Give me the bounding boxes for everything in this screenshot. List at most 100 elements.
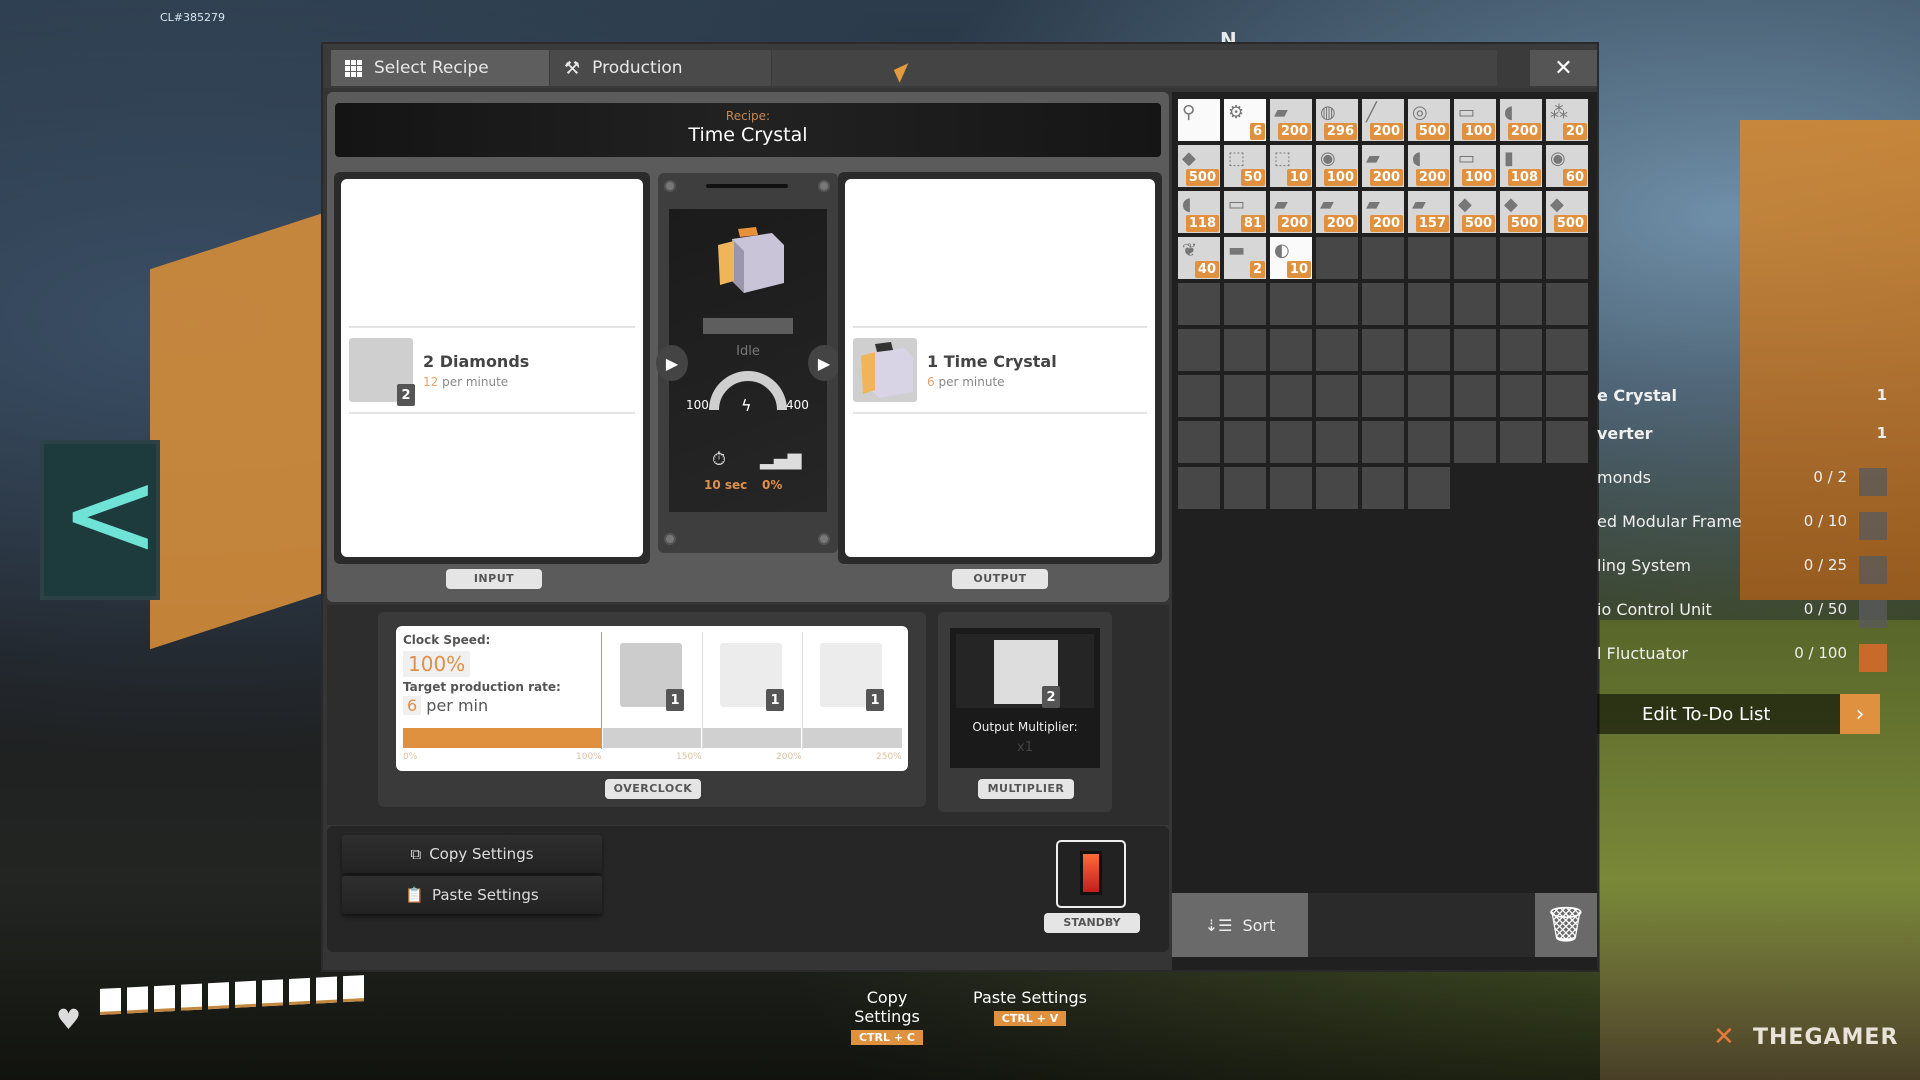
inventory-slot-empty[interactable]	[1454, 237, 1496, 279]
inventory-slot-empty[interactable]	[1270, 467, 1312, 509]
inventory-slot-empty[interactable]	[1270, 421, 1312, 463]
slot-count: 500	[1185, 169, 1219, 186]
inventory-slot-empty[interactable]	[1362, 467, 1404, 509]
inventory-slot-empty[interactable]	[1408, 283, 1450, 325]
inventory-slot-empty[interactable]	[1500, 237, 1542, 279]
inventory-slot-empty[interactable]	[1454, 375, 1496, 417]
inventory-slot-empty[interactable]	[1362, 283, 1404, 325]
inventory-slot-empty[interactable]	[1500, 283, 1542, 325]
inventory-slot-empty[interactable]	[1224, 329, 1266, 371]
standby-switch[interactable]	[1080, 851, 1102, 895]
inventory-slot-empty[interactable]	[1546, 283, 1588, 325]
trash-button[interactable]: 🗑	[1535, 893, 1597, 957]
inventory-slot-rod[interactable]: ╱ 200	[1362, 99, 1404, 141]
clock-slider-fill[interactable]	[403, 728, 601, 748]
inventory-slot-empty[interactable]	[1454, 421, 1496, 463]
inventory-slot-empty[interactable]	[1224, 421, 1266, 463]
inventory-slot-empty[interactable]	[1178, 283, 1220, 325]
inventory-slot-frame[interactable]: ⬚ 50	[1224, 145, 1266, 187]
inventory-slot-sheet[interactable]: ▭ 100	[1454, 145, 1496, 187]
inventory-slot-empty[interactable]	[1270, 375, 1312, 417]
inventory-slot-empty[interactable]	[1362, 421, 1404, 463]
inventory-slot-plate[interactable]: ▰ 157	[1408, 191, 1450, 233]
inventory-slot-ore[interactable]: ◍ 296	[1316, 99, 1358, 141]
inventory-slot-plate[interactable]: ▰ 200	[1270, 99, 1312, 141]
inventory-slot-equipment[interactable]: ⚙ 6	[1224, 99, 1266, 141]
copy-settings-button[interactable]: ⧉ Copy Settings	[342, 835, 602, 873]
somersloop-slot[interactable]: 2	[994, 640, 1060, 708]
chevron-right-icon[interactable]: ›	[1840, 694, 1880, 734]
inventory-slot-empty[interactable]	[1316, 421, 1358, 463]
inventory-slot-empty[interactable]	[1270, 329, 1312, 371]
inventory-slot-empty[interactable]	[1408, 329, 1450, 371]
inventory-slot-motor[interactable]: ◉ 60	[1546, 145, 1588, 187]
close-button[interactable]: ✕	[1530, 50, 1597, 86]
tab-production[interactable]: ⚒ Production	[550, 50, 771, 86]
inventory-slot-empty[interactable]	[1362, 237, 1404, 279]
inventory-slot-leaves[interactable]: ❦ 40	[1178, 237, 1220, 279]
inventory-slot-plate[interactable]: ▰ 200	[1316, 191, 1358, 233]
inventory-slot-empty[interactable]	[1408, 237, 1450, 279]
inventory-slot-empty[interactable]	[1546, 329, 1588, 371]
inventory-slot-empty[interactable]	[1316, 283, 1358, 325]
inventory-slot-empty[interactable]	[1454, 283, 1496, 325]
inventory-slot-empty[interactable]	[1270, 283, 1312, 325]
edit-todo-list-button[interactable]: Edit To-Do List	[1597, 694, 1859, 734]
plate-icon: ▰	[1366, 148, 1380, 169]
inventory-slot-empty[interactable]	[1178, 375, 1220, 417]
inventory-slot-empty[interactable]	[1316, 329, 1358, 371]
inventory-slot-pipe[interactable]: ◖ 118	[1178, 191, 1220, 233]
paste-settings-button[interactable]: 📋 Paste Settings	[342, 876, 602, 914]
sort-button[interactable]: ⇣☰ Sort	[1172, 893, 1308, 957]
input-item-row[interactable]: 2 2 Diamonds 12 per minute	[349, 326, 635, 414]
inventory-slot-sheet[interactable]: ▭ 81	[1224, 191, 1266, 233]
tab-select-recipe[interactable]: Select Recipe	[331, 50, 549, 86]
inventory-slot-empty[interactable]	[1224, 375, 1266, 417]
inventory-slot-blue-crystals[interactable]: ◆ 500	[1178, 145, 1220, 187]
power-shard-slot[interactable]: 1	[820, 643, 884, 711]
inventory-slot-ingots[interactable]: ▬ 2	[1224, 237, 1266, 279]
inventory-slot-empty[interactable]	[1316, 467, 1358, 509]
inventory-slot-empty[interactable]	[1362, 375, 1404, 417]
slot-count: 200	[1415, 169, 1449, 186]
inventory-slot-pipe[interactable]: ◖ 200	[1500, 99, 1542, 141]
inventory-slot-wire-spool[interactable]: ◎ 500	[1408, 99, 1450, 141]
inventory-slot-empty[interactable]	[1454, 329, 1496, 371]
inventory-slot-empty[interactable]	[1178, 329, 1220, 371]
power-shard-slot[interactable]: 1	[620, 643, 684, 711]
inventory-slot-empty[interactable]	[1178, 421, 1220, 463]
inventory-slot-empty[interactable]	[1500, 329, 1542, 371]
inventory-slot-empty[interactable]	[1408, 421, 1450, 463]
inventory-slot-blue-crystals[interactable]: ◆ 500	[1454, 191, 1496, 233]
clock-speed-input[interactable]: 100%	[403, 651, 471, 677]
inventory-slot-empty[interactable]	[1178, 467, 1220, 509]
inventory-slot-frame[interactable]: ⬚ 10	[1270, 145, 1312, 187]
inventory-slot-plate[interactable]: ▰ 200	[1270, 191, 1312, 233]
inventory-slot-empty[interactable]	[1316, 375, 1358, 417]
inventory-slot-blue-crystals[interactable]: ◆ 500	[1546, 191, 1588, 233]
inventory-slot-sheet[interactable]: ▭ 100	[1454, 99, 1496, 141]
inventory-slot-wood[interactable]: ▮ 108	[1500, 145, 1542, 187]
inventory-slot-empty[interactable]	[1500, 375, 1542, 417]
inventory-slot-empty[interactable]	[1408, 467, 1450, 509]
inventory-slot-plate[interactable]: ▰ 200	[1362, 145, 1404, 187]
target-rate-input[interactable]: 6	[403, 696, 422, 715]
inventory-slot-plate[interactable]: ▰ 200	[1362, 191, 1404, 233]
inventory-slot-empty[interactable]	[1546, 375, 1588, 417]
inventory-slot-blue-crystals[interactable]: ◆ 500	[1500, 191, 1542, 233]
power-shard-slot[interactable]: 1	[720, 643, 784, 711]
inventory-slot-pipe[interactable]: ◖ 200	[1408, 145, 1450, 187]
inventory-slot-empty[interactable]	[1362, 329, 1404, 371]
output-item-row[interactable]: 1 Time Crystal 6 per minute	[853, 326, 1147, 414]
inventory-slot-rocks[interactable]: ⁂ 20	[1546, 99, 1588, 141]
inventory-slot-empty[interactable]	[1224, 283, 1266, 325]
inventory-slot-empty[interactable]	[1500, 421, 1542, 463]
inventory-slot-tool[interactable]: ⚲	[1178, 99, 1220, 141]
inventory-slot-bolts[interactable]: ◐ 10	[1270, 237, 1312, 279]
inventory-slot-empty[interactable]	[1224, 467, 1266, 509]
inventory-slot-empty[interactable]	[1546, 237, 1588, 279]
inventory-slot-motor[interactable]: ◉ 100	[1316, 145, 1358, 187]
inventory-slot-empty[interactable]	[1316, 237, 1358, 279]
inventory-slot-empty[interactable]	[1408, 375, 1450, 417]
inventory-slot-empty[interactable]	[1546, 421, 1588, 463]
